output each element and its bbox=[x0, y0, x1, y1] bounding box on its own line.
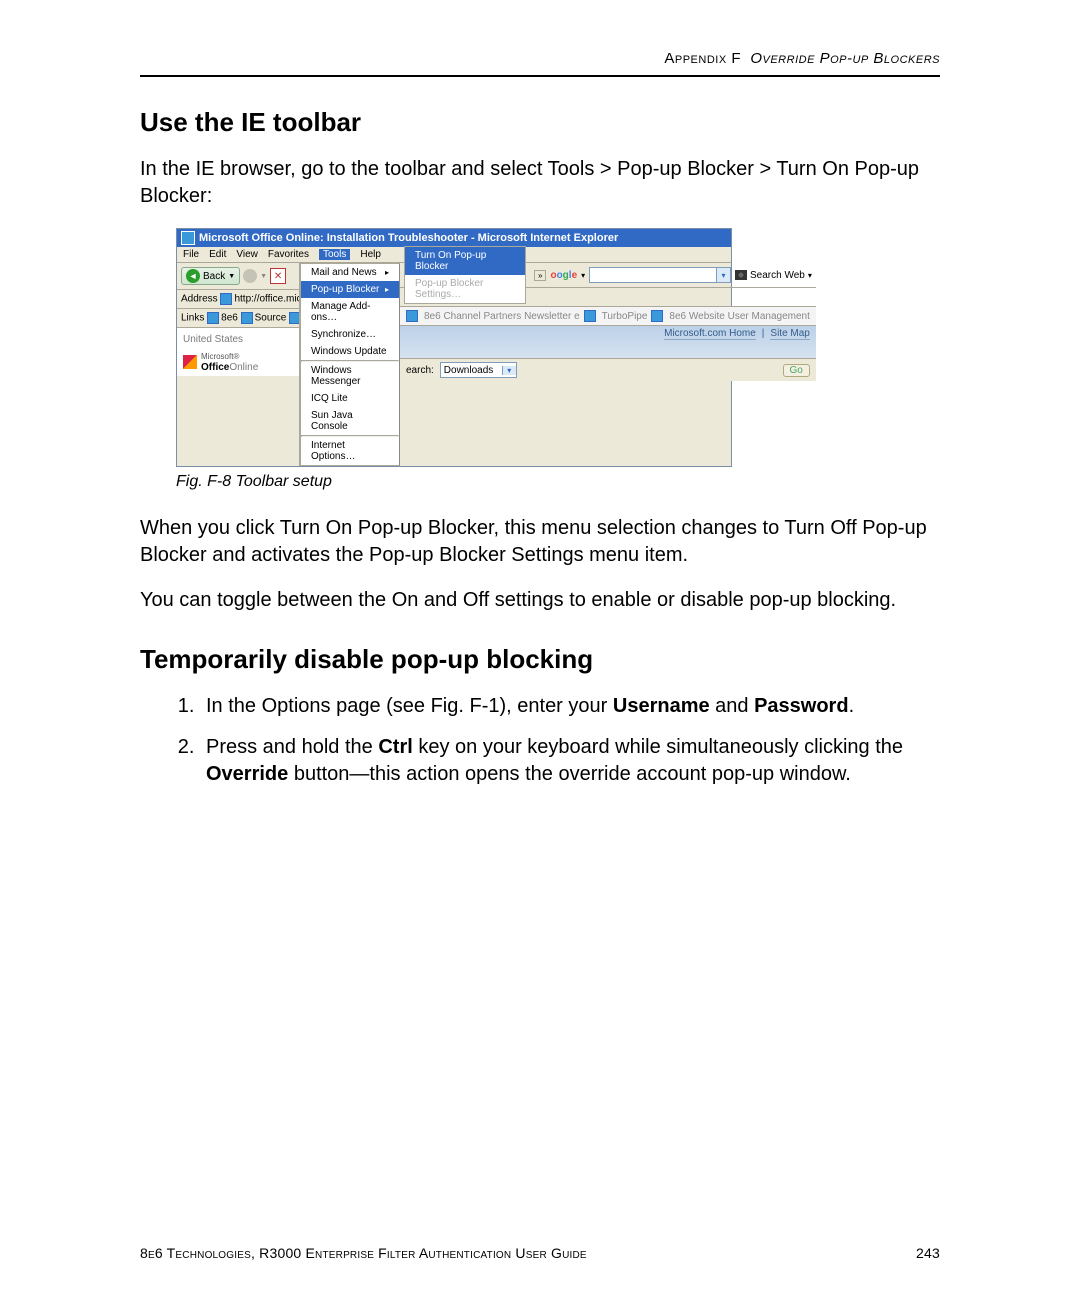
country-label: United States bbox=[183, 334, 293, 345]
google-search-input[interactable]: ▾ bbox=[589, 267, 731, 283]
ms-home-link[interactable]: Microsoft.com Home bbox=[664, 328, 756, 340]
tools-manage-addons[interactable]: Manage Add-ons… bbox=[301, 298, 399, 326]
page-icon bbox=[220, 293, 232, 305]
appendix-label: Appendix F bbox=[664, 50, 741, 67]
tools-windows-messenger[interactable]: Windows Messenger bbox=[301, 362, 399, 390]
link-icon bbox=[241, 312, 253, 324]
ie-title-text: Microsoft Office Online: Installation Tr… bbox=[199, 232, 618, 244]
link-turbopipe[interactable]: TurboPipe bbox=[602, 311, 648, 322]
tools-dropdown: Mail and News▸ Pop-up Blocker▸ Manage Ad… bbox=[300, 263, 400, 466]
link-icon bbox=[651, 310, 663, 322]
footer-text: 8e6 Technologies, R3000 Enterprise Filte… bbox=[140, 1245, 587, 1261]
address-label: Address bbox=[181, 294, 218, 305]
link-source[interactable]: Source bbox=[255, 313, 287, 324]
header-rule bbox=[140, 75, 940, 77]
ie-right-column: Mail and News▸ Pop-up Blocker▸ Manage Ad… bbox=[300, 263, 816, 466]
menu-view[interactable]: View bbox=[236, 249, 258, 260]
link-channel-partners[interactable]: 8e6 Channel Partners Newsletter e bbox=[424, 311, 580, 322]
override-bold: Override bbox=[206, 763, 288, 785]
back-dropdown-icon: ▼ bbox=[228, 273, 235, 280]
binoculars-icon bbox=[735, 270, 747, 280]
running-header: Appendix F Override Pop-up Blockers bbox=[140, 50, 940, 67]
link-icon bbox=[207, 312, 219, 324]
page-number: 243 bbox=[916, 1245, 940, 1261]
back-button[interactable]: ◄ Back ▼ bbox=[181, 267, 240, 285]
popup-submenu: Turn On Pop-up Blocker Pop-up Blocker Se… bbox=[404, 246, 526, 304]
google-toolbar-row: Turn On Pop-up Blocker Pop-up Blocker Se… bbox=[400, 263, 816, 288]
figure-caption: Fig. F-8 Toolbar setup bbox=[176, 473, 940, 491]
ms-header-strip: Microsoft.com Home | Site Map bbox=[400, 326, 816, 358]
menu-tools[interactable]: Tools bbox=[319, 249, 350, 260]
step-2: Press and hold the Ctrl key on your keyb… bbox=[200, 734, 940, 788]
menu-help[interactable]: Help bbox=[360, 249, 381, 260]
dropdown-arrow-icon[interactable]: ▾ bbox=[502, 366, 516, 375]
search-label: earch: bbox=[406, 365, 434, 376]
link-icon bbox=[406, 310, 418, 322]
search-bar: earch: Downloads▾ Go bbox=[400, 358, 816, 381]
ctrl-bold: Ctrl bbox=[378, 736, 412, 758]
tools-popup-blocker[interactable]: Pop-up Blocker▸ bbox=[301, 281, 399, 298]
links-label: Links bbox=[181, 313, 204, 324]
menu-favorites[interactable]: Favorites bbox=[268, 249, 309, 260]
go-button[interactable]: Go bbox=[783, 364, 810, 377]
tools-java-console[interactable]: Sun Java Console bbox=[301, 407, 399, 435]
link-icon bbox=[584, 310, 596, 322]
steps-list: In the Options page (see Fig. F-1), ente… bbox=[140, 693, 940, 788]
right-stack: Turn On Pop-up Blocker Pop-up Blocker Se… bbox=[400, 263, 816, 466]
stop-button[interactable]: ✕ bbox=[270, 268, 286, 284]
ie-window: Microsoft Office Online: Installation Tr… bbox=[176, 228, 732, 467]
search-scope-dropdown[interactable]: Downloads▾ bbox=[440, 362, 517, 378]
address-bar-row: Address http://office.microso bbox=[177, 290, 299, 309]
ie-titlebar: Microsoft Office Online: Installation Tr… bbox=[177, 229, 731, 247]
ie-nav-toolbar: ◄ Back ▼ ▼ ✕ bbox=[177, 263, 299, 290]
section-temp-disable: Temporarily disable pop-up blocking bbox=[140, 644, 940, 675]
submenu-turn-on[interactable]: Turn On Pop-up Blocker bbox=[405, 247, 525, 275]
appendix-title: Override Pop-up Blockers bbox=[750, 50, 940, 67]
forward-dropdown-icon: ▼ bbox=[260, 273, 267, 280]
search-web-button[interactable]: Search Web▾ bbox=[735, 270, 812, 281]
office-logo-icon bbox=[183, 355, 197, 369]
username-bold: Username bbox=[613, 695, 710, 717]
office-online-logo: Microsoft® OfficeOnline bbox=[183, 345, 293, 373]
office-logo-text: Microsoft® OfficeOnline bbox=[201, 351, 258, 373]
toolbar-chevron-icon[interactable]: » bbox=[534, 270, 546, 281]
figure-ie-window: Microsoft Office Online: Installation Tr… bbox=[176, 228, 940, 467]
back-arrow-icon: ◄ bbox=[186, 269, 200, 283]
tools-windows-update[interactable]: Windows Update bbox=[301, 343, 399, 360]
links-continuation: 8e6 Channel Partners Newsletter e TurboP… bbox=[400, 307, 816, 326]
ie-left-column: ◄ Back ▼ ▼ ✕ Address http://office.micro… bbox=[177, 263, 300, 466]
link-8e6[interactable]: 8e6 bbox=[221, 313, 238, 324]
post-figure-p1: When you click Turn On Pop-up Blocker, t… bbox=[140, 515, 940, 569]
link-icon bbox=[289, 312, 299, 324]
menu-file[interactable]: File bbox=[183, 249, 199, 260]
ie-content-left: United States Microsoft® OfficeOnline bbox=[177, 328, 299, 376]
address-value[interactable]: http://office.microso bbox=[234, 294, 299, 305]
forward-button[interactable] bbox=[243, 269, 257, 283]
google-logo: oogle bbox=[550, 270, 577, 281]
tools-mail-and-news[interactable]: Mail and News▸ bbox=[301, 264, 399, 281]
sitemap-link[interactable]: Site Map bbox=[770, 328, 809, 340]
tools-icq-lite[interactable]: ICQ Lite bbox=[301, 390, 399, 407]
tools-synchronize[interactable]: Synchronize… bbox=[301, 326, 399, 343]
step-1: In the Options page (see Fig. F-1), ente… bbox=[200, 693, 940, 720]
ie-icon bbox=[181, 231, 195, 245]
tools-internet-options[interactable]: Internet Options… bbox=[301, 437, 399, 465]
intro-paragraph: In the IE browser, go to the toolbar and… bbox=[140, 156, 940, 210]
link-user-mgmt[interactable]: 8e6 Website User Management bbox=[669, 311, 809, 322]
back-label: Back bbox=[203, 271, 225, 282]
section-use-ie-toolbar: Use the IE toolbar bbox=[140, 107, 940, 138]
post-figure-p2: You can toggle between the On and Off se… bbox=[140, 587, 940, 614]
links-bar-row: Links 8e6 Source bbox=[177, 309, 299, 328]
tools-dropdown-row: Mail and News▸ Pop-up Blocker▸ Manage Ad… bbox=[300, 263, 816, 466]
dropdown-arrow-icon[interactable]: ▾ bbox=[716, 268, 730, 282]
page-footer: 8e6 Technologies, R3000 Enterprise Filte… bbox=[140, 1245, 940, 1261]
menu-edit[interactable]: Edit bbox=[209, 249, 226, 260]
submenu-settings: Pop-up Blocker Settings… bbox=[405, 275, 525, 303]
password-bold: Password bbox=[754, 695, 848, 717]
